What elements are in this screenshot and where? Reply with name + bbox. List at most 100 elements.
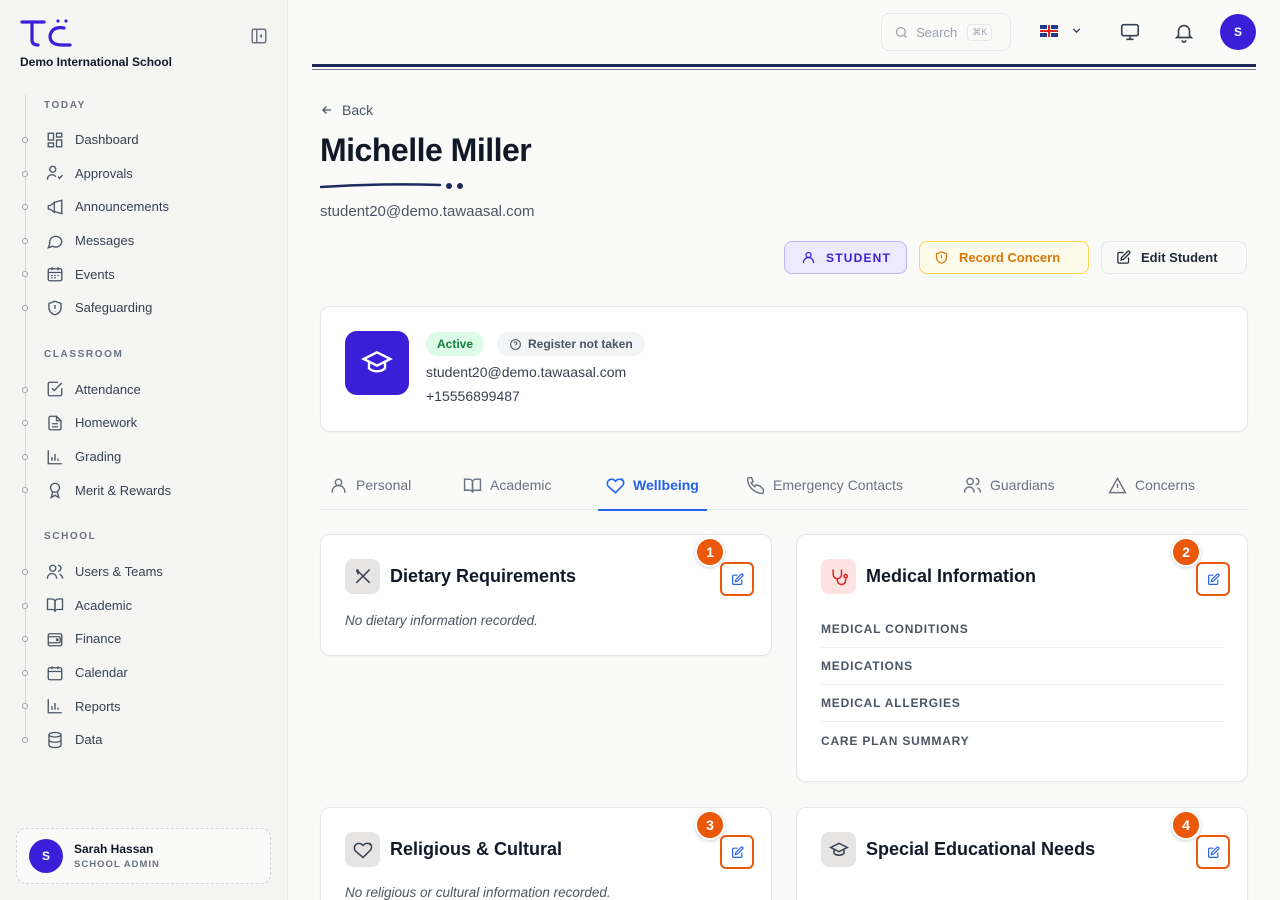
graduation-cap-icon [345, 331, 409, 395]
sidebar-item-homework[interactable]: Homework [22, 406, 274, 440]
shield-icon [48, 300, 62, 316]
award-icon [49, 482, 61, 500]
sidebar: Demo International School TODAY Dashboar… [0, 0, 288, 900]
tab-academic[interactable]: Academic [463, 460, 551, 510]
register-badge: Register not taken [497, 332, 645, 356]
monitor-icon[interactable] [1119, 21, 1141, 43]
sidebar-item-messages[interactable]: Messages [22, 224, 274, 258]
sidebar-item-attendance[interactable]: Attendance [22, 373, 274, 407]
sidebar-item-label: Announcements [75, 199, 169, 215]
calendar-icon [47, 665, 63, 680]
sidebar-collapse-icon[interactable] [250, 27, 268, 45]
tab-emergency-contacts[interactable]: Emergency Contacts [746, 460, 903, 510]
edit-icon [731, 572, 744, 585]
user-avatar-button[interactable]: S [1220, 14, 1256, 50]
stethoscope-icon [821, 559, 856, 594]
tab-concerns[interactable]: Concerns [1108, 460, 1195, 510]
sidebar-item-label: Events [75, 266, 115, 282]
heart-icon [606, 477, 625, 494]
record-concern-label: Record Concern [959, 250, 1061, 265]
student-role-badge[interactable]: STUDENT [784, 241, 907, 274]
sidebar-item-label: Merit & Rewards [75, 482, 172, 498]
profile-email: student20@demo.tawaasal.com [426, 364, 627, 380]
sidebar-item-label: Dashboard [75, 132, 139, 148]
tab-label: Personal [356, 477, 412, 493]
sidebar-item-users-teams[interactable]: Users & Teams [22, 555, 274, 589]
chevron-down-icon [1072, 28, 1081, 34]
sidebar-item-academic[interactable]: Academic [22, 589, 274, 623]
sidebar-item-data[interactable]: Data [22, 723, 274, 757]
register-label: Register not taken [528, 337, 633, 351]
search-shortcut: ⌘K [967, 23, 993, 41]
student-email: student20@demo.tawaasal.com [320, 203, 535, 220]
book-icon [46, 598, 64, 613]
edit-religious-button[interactable] [720, 835, 754, 869]
users-icon [963, 477, 982, 493]
nav-section-label: TODAY [44, 99, 86, 111]
edit-icon [1117, 250, 1131, 264]
header-divider [312, 64, 1256, 67]
sidebar-item-events[interactable]: Events [22, 257, 274, 291]
sidebar-item-approvals[interactable]: Approvals [22, 157, 274, 191]
language-selector[interactable] [1040, 24, 1083, 37]
profile-phone: +15556899487 [426, 388, 520, 404]
search-input[interactable]: Search ⌘K [881, 13, 1011, 51]
tab-personal[interactable]: Personal [329, 460, 411, 510]
empty-state-text: No religious or cultural information rec… [345, 885, 611, 900]
user-role: SCHOOL ADMIN [74, 859, 160, 870]
tab-label: Guardians [990, 477, 1055, 493]
medical-field-label: CARE PLAN SUMMARY [821, 733, 970, 748]
sidebar-item-grading[interactable]: Grading [22, 440, 274, 474]
sidebar-item-dashboard[interactable]: Dashboard [22, 123, 274, 157]
back-link[interactable]: Back [320, 102, 373, 118]
sidebar-item-calendar[interactable]: Calendar [22, 656, 274, 690]
record-concern-button[interactable]: Record Concern [919, 241, 1089, 274]
medical-field-label: MEDICATIONS [821, 648, 1224, 685]
sidebar-item-label: Data [75, 732, 103, 748]
utensils-icon [345, 559, 380, 594]
edit-student-label: Edit Student [1141, 250, 1218, 265]
status-badge: Active [426, 332, 485, 356]
edit-dietary-button[interactable] [720, 562, 754, 596]
sidebar-item-label: Users & Teams [75, 564, 163, 580]
edit-student-button[interactable]: Edit Student [1101, 241, 1247, 274]
sidebar-item-finance[interactable]: Finance [22, 622, 274, 656]
page-title: Michelle Miller [320, 132, 532, 168]
card-title: Special Educational Needs [866, 839, 1096, 859]
help-circle-icon [510, 338, 521, 350]
tab-wellbeing[interactable]: Wellbeing [598, 460, 707, 511]
calendar-icon [47, 267, 63, 282]
phone-icon [746, 476, 765, 494]
search-placeholder: Search [916, 24, 958, 40]
sidebar-item-label: Finance [75, 631, 122, 647]
sidebar-item-reports[interactable]: Reports [22, 689, 274, 723]
school-logo[interactable] [20, 18, 74, 53]
nav-section-label: SCHOOL [44, 531, 97, 543]
tab-guardians[interactable]: Guardians [963, 460, 1055, 510]
message-icon [47, 235, 63, 249]
file-icon [48, 415, 62, 431]
arrow-left-icon [322, 106, 332, 114]
annotation-marker: 1 [695, 537, 725, 567]
medical-field-label: MEDICAL ALLERGIES [821, 685, 1224, 722]
users-icon [46, 564, 64, 579]
avatar: S [29, 839, 63, 873]
empty-state-text: No dietary information recorded. [345, 613, 538, 628]
sidebar-nav: TODAY Dashboard Approvals Announcements … [22, 95, 274, 757]
nav-section-label: CLASSROOM [44, 349, 124, 361]
sidebar-item-safeguarding[interactable]: Safeguarding [22, 291, 274, 325]
annotation-marker: 3 [695, 810, 725, 840]
school-name: Demo International School [20, 55, 173, 69]
sidebar-item-announcements[interactable]: Announcements [22, 190, 274, 224]
edit-medical-button[interactable] [1196, 562, 1230, 596]
user-icon [331, 477, 346, 493]
edit-sen-button[interactable] [1196, 835, 1230, 869]
sidebar-item-label: Academic [75, 597, 133, 613]
sidebar-item-label: Reports [75, 698, 121, 714]
current-user-card[interactable]: S Sarah Hassan SCHOOL ADMIN [16, 828, 271, 884]
sidebar-item-label: Safeguarding [75, 300, 153, 316]
bell-icon[interactable] [1173, 21, 1195, 43]
card-title: Dietary Requirements [390, 566, 577, 586]
sidebar-item-merit-rewards[interactable]: Merit & Rewards [22, 473, 274, 507]
shield-alert-icon [935, 251, 948, 264]
